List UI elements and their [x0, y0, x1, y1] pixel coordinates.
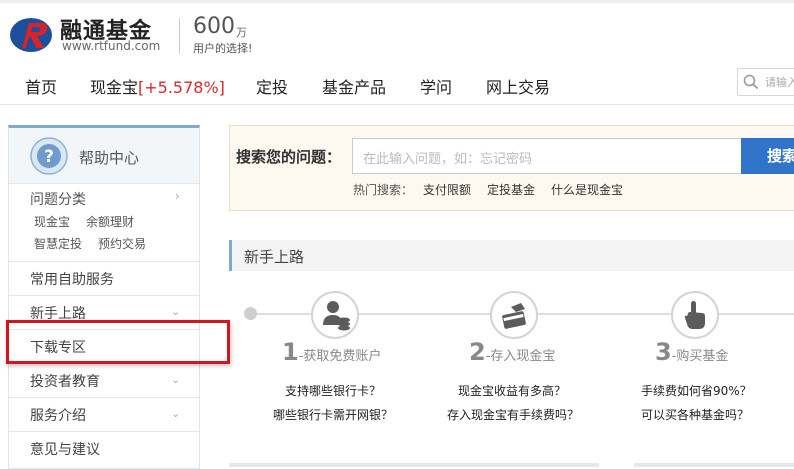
faq-link[interactable]: 支持哪些银行卡？	[285, 382, 381, 399]
step-text: -获取免费账户	[298, 349, 382, 364]
hot-search-link[interactable]: 支付限额	[423, 181, 471, 198]
step-number: 1	[282, 338, 299, 366]
question-category-title[interactable]: 问题分类	[30, 189, 86, 209]
faq-link[interactable]: 可以买各种基金吗？	[641, 406, 749, 423]
next-section-bar	[229, 463, 599, 467]
category-link-cash-treasure[interactable]: 现金宝	[34, 213, 70, 230]
sidebar-item-label: 投资者教育	[30, 374, 100, 390]
slogan-text: 用户的选择!	[193, 42, 253, 55]
step-text: -存入现金宝	[485, 349, 556, 364]
hot-search-label: 热门搜索：	[353, 183, 414, 197]
step-1-title: 1-获取免费账户	[282, 338, 381, 366]
faq-link[interactable]: 手续费如何省90%？	[641, 382, 752, 399]
help-center-header: ? 帮助中心	[9, 128, 199, 184]
nav-knowledge[interactable]: 学问	[420, 74, 452, 98]
search-icon	[743, 74, 759, 90]
step-1-circle	[311, 291, 359, 339]
step-2-title: 2-存入现金宝	[469, 338, 555, 366]
nav-fixed-investment[interactable]: 定投	[256, 74, 288, 98]
question-search-button[interactable]: 搜索	[741, 138, 794, 174]
chevron-down-icon: ⌄	[171, 407, 181, 420]
faq-link[interactable]: 哪些银行卡需开网银？	[273, 406, 393, 423]
chevron-down-icon: ⌄	[171, 373, 181, 386]
nav-divider	[0, 104, 794, 105]
beginner-section-title: 新手上路	[244, 248, 305, 266]
rtfund-logo-icon[interactable]	[8, 14, 54, 54]
help-question-icon: ?	[30, 137, 68, 175]
step-start-dot	[244, 307, 257, 320]
beginner-section-header: 新手上路	[229, 240, 794, 271]
user-coins-icon	[323, 301, 350, 331]
question-search-placeholder: 在此输入问题，如：忘记密码	[363, 152, 533, 167]
category-link-reservation-trade[interactable]: 预约交易	[98, 235, 146, 252]
brand-url: www.rtfund.com	[62, 39, 161, 53]
sidebar-item-service-intro[interactable]: 服务介绍 ⌄	[9, 397, 199, 432]
top-border	[0, 0, 794, 3]
sidebar-item-label: 常用自助服务	[30, 272, 114, 288]
hot-search-link[interactable]: 定投基金	[487, 181, 535, 198]
brand-divider	[179, 18, 180, 54]
question-search-label: 搜索您的问题：	[236, 148, 342, 166]
downloads-highlight-box	[6, 320, 230, 364]
faq-link[interactable]: 存入现金宝有手续费吗？	[447, 406, 579, 423]
slogan-number: 600	[193, 14, 235, 39]
sidebar-item-label: 意见与建议	[30, 442, 100, 458]
step-text: -购买基金	[671, 349, 729, 364]
nav-cash-treasure[interactable]: 现金宝[+5.578%]	[90, 74, 225, 98]
step-3-circle	[671, 291, 719, 339]
step-2-circle	[490, 291, 538, 339]
site-search-placeholder: 请输入	[765, 76, 794, 89]
next-section-bar	[634, 463, 794, 467]
step-number: 3	[655, 338, 672, 366]
nav-home[interactable]: 首页	[25, 74, 57, 98]
help-center-title: 帮助中心	[79, 149, 140, 167]
question-search-panel: 搜索您的问题： 在此输入问题，如：忘记密码 搜索 热门搜索： 支付限额 定投基金…	[229, 125, 794, 211]
category-link-balance-finance[interactable]: 余额理财	[86, 213, 134, 230]
sidebar-item-self-service[interactable]: 常用自助服务	[9, 261, 199, 296]
question-search-input[interactable]: 在此输入问题，如：忘记密码	[352, 138, 742, 174]
hand-pointer-icon	[684, 301, 705, 329]
nav-cash-rate: [+5.578%]	[138, 78, 225, 97]
hot-search-link[interactable]: 什么是现金宝	[551, 181, 623, 198]
nav-cash-label: 现金宝	[90, 78, 139, 97]
chevron-down-icon: ⌄	[171, 305, 181, 318]
sidebar-item-investor-education[interactable]: 投资者教育 ⌄	[9, 363, 199, 398]
site-search-input[interactable]: 请输入	[737, 68, 794, 96]
slogan-unit: 万	[236, 26, 247, 39]
help-sidebar: ? 帮助中心 问题分类 › 现金宝 余额理财 智慧定投 预约交易 常用自助服务 …	[8, 125, 200, 469]
sidebar-item-label: 服务介绍	[30, 408, 86, 424]
sidebar-item-feedback[interactable]: 意见与建议	[9, 431, 199, 466]
nav-online-trading[interactable]: 网上交易	[486, 74, 550, 98]
category-link-smart-investment[interactable]: 智慧定投	[34, 235, 82, 252]
svg-text:?: ?	[44, 147, 54, 167]
step-number: 2	[469, 338, 486, 366]
nav-fund-products[interactable]: 基金产品	[322, 74, 386, 98]
step-3-title: 3-购买基金	[655, 338, 728, 366]
card-deposit-icon	[502, 303, 526, 329]
chevron-right-icon: ›	[175, 189, 180, 203]
faq-link[interactable]: 现金宝收益有多高？	[458, 382, 566, 399]
